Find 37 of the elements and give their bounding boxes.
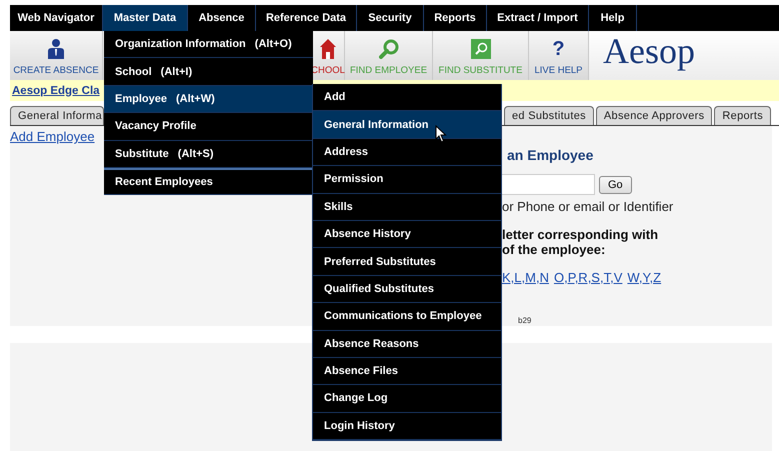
question-mark-icon: ? [552, 39, 565, 59]
menu-item[interactable]: Qualified Substitutes [313, 276, 501, 304]
breadcrumb-link[interactable]: Aesop Edge Cla [10, 84, 100, 96]
person-icon [48, 39, 64, 59]
letter-range-link[interactable]: O,P,R,S,T,V [554, 270, 622, 285]
menu-item[interactable]: Preferred Substitutes [313, 248, 501, 276]
menu-item[interactable]: Skills [313, 194, 501, 221]
menu-item[interactable]: Communications to Employee [313, 303, 501, 331]
menu-item[interactable]: Permission [313, 166, 501, 194]
go-button[interactable]: Go [599, 176, 632, 194]
menu-item[interactable]: Absence Reasons [313, 330, 501, 358]
add-employee-link[interactable]: Add Employee [10, 129, 95, 144]
tab[interactable]: ed Substitutes [504, 106, 594, 125]
letter-range-link[interactable]: K,L,M,N [502, 270, 549, 285]
menu-bar-item[interactable]: Master Data [103, 5, 188, 31]
search-hint: or Phone or email or Identifier [502, 199, 674, 214]
magnifier-icon [378, 39, 398, 59]
menu-item[interactable]: Employee (Alt+W) [104, 86, 313, 114]
tab[interactable]: Reports [714, 106, 772, 125]
letter-range-link[interactable]: W,Y,Z [627, 270, 662, 285]
tab[interactable]: General Informa [10, 106, 104, 125]
menu-item[interactable]: Absence History [313, 220, 501, 248]
menu-item[interactable]: General Information [313, 111, 501, 139]
instruction-text: letter corresponding with [502, 227, 658, 242]
menu-item[interactable]: Address [313, 138, 501, 166]
house-icon [320, 39, 336, 59]
menu-item[interactable]: Absence Files [313, 358, 501, 386]
section-heading: an Employee [507, 147, 594, 163]
instruction-text: of the employee: [502, 242, 606, 257]
menu-item[interactable]: Organization Information (Alt+O) [104, 31, 313, 58]
pointer-icon [435, 125, 447, 143]
menu-item[interactable]: Login History [313, 412, 501, 440]
tab[interactable]: Absence Approvers [596, 106, 712, 125]
logo: Aesop [603, 31, 695, 71]
menu-item[interactable]: Change Log [313, 385, 501, 413]
page-code: b29 [518, 316, 532, 325]
magnifier-icon [470, 39, 490, 59]
